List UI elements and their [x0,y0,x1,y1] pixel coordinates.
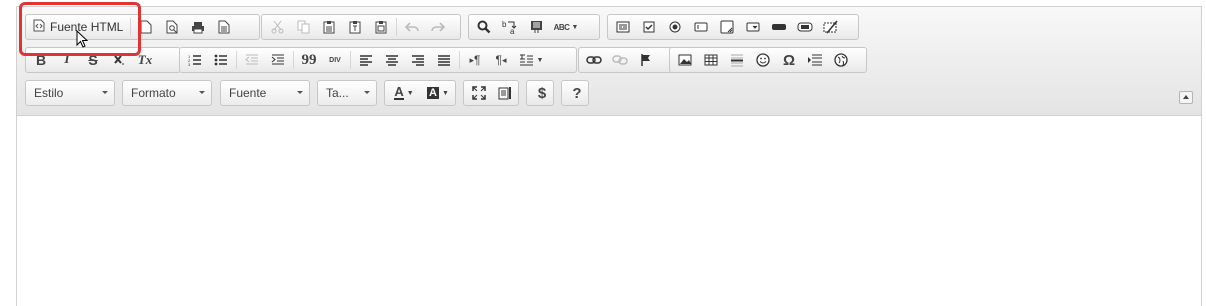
image-button-icon[interactable] [792,16,818,38]
text-direction-ltr-button[interactable]: ▸ ¶ [462,49,488,71]
paragraph-toolbar-group: 123 99 DIV ▸ ¶ ¶ ◂ ▼ [179,47,577,73]
create-div-button[interactable]: DIV [322,49,348,71]
help-button[interactable]: ? [564,82,590,104]
basic-styles-toolbar-group: B I S Tx [25,47,181,73]
smiley-icon[interactable] [750,49,776,71]
checkbox-icon[interactable] [636,16,662,38]
paste-text-icon[interactable] [342,16,368,38]
rich-text-editor: Fuente HTML ba ABC ▼ B I S Tx 1 2 3 99 D… [16,6,1202,306]
button-icon[interactable] [766,16,792,38]
blockquote-button[interactable]: 99 [296,49,322,71]
chevron-down-icon [199,91,205,94]
align-left-icon[interactable] [353,49,379,71]
editor-toolbar: Fuente HTML ba ABC ▼ B I S Tx 1 2 3 99 D… [17,7,1201,116]
forms-toolbar-group [607,14,859,40]
collapse-toolbar-button[interactable] [1179,91,1193,104]
font-combo-label: Fuente [229,86,267,100]
replace-icon[interactable]: ba [497,16,523,38]
undo-icon[interactable] [399,16,425,38]
align-center-icon[interactable] [379,49,405,71]
style-combo[interactable]: Estilo [25,80,115,106]
links-toolbar-group [578,47,676,73]
link-icon[interactable] [581,49,607,71]
preview-icon[interactable] [159,16,185,38]
help-toolbar-group: ? [561,80,589,106]
clipboard-toolbar-group [261,14,461,40]
templates-icon[interactable] [211,16,237,38]
italic-button[interactable]: I [54,49,80,71]
find-icon[interactable] [471,16,497,38]
image-icon[interactable] [672,49,698,71]
editor-content-area[interactable] [17,116,1201,306]
paste-icon[interactable] [316,16,342,38]
align-right-icon[interactable] [405,49,431,71]
new-page-icon[interactable] [133,16,159,38]
copy-icon[interactable] [290,16,316,38]
style-combo-label: Estilo [34,86,64,100]
language-icon[interactable]: ▼ [514,49,548,71]
anchor-flag-icon[interactable] [633,49,659,71]
format-combo-label: Formato [131,86,176,100]
redo-icon[interactable] [425,16,451,38]
horizontal-rule-icon[interactable] [724,49,750,71]
bulleted-list-icon[interactable] [208,49,234,71]
size-combo-label: Ta... [326,86,349,100]
chevron-down-icon [364,91,370,94]
form-icon[interactable] [610,16,636,38]
size-combo[interactable]: Ta... [317,80,377,106]
mouse-cursor-icon [76,29,89,51]
indent-icon[interactable] [265,49,291,71]
hidden-field-icon[interactable] [818,16,844,38]
chevron-down-icon [297,91,303,94]
font-combo[interactable]: Fuente [220,80,310,106]
unlink-icon[interactable] [607,49,633,71]
subscript-icon[interactable] [106,49,132,71]
cut-icon[interactable] [264,16,290,38]
table-icon[interactable] [698,49,724,71]
colors-toolbar-group: A ▼ A ▼ [384,80,456,106]
source-icon [33,19,45,35]
special-char-icon[interactable]: Ω [776,49,802,71]
background-color-button[interactable]: A ▼ [421,82,455,104]
iframe-icon[interactable] [828,49,854,71]
strikethrough-button[interactable]: S [80,49,106,71]
remove-format-button[interactable]: Tx [132,49,158,71]
text-color-button[interactable]: A ▼ [387,82,421,104]
tools-toolbar-group [463,80,519,106]
paste-word-icon[interactable] [368,16,394,38]
document-toolbar-group: Fuente HTML [25,14,260,40]
text-direction-rtl-button[interactable]: ¶ ◂ [488,49,514,71]
maximize-icon[interactable] [466,82,492,104]
bold-button[interactable]: B [28,49,54,71]
select-all-icon[interactable] [523,16,549,38]
dollar-toolbar-group: $ [526,80,554,106]
radio-icon[interactable] [662,16,688,38]
chevron-down-icon [102,91,108,94]
show-blocks-icon[interactable] [492,82,518,104]
spellcheck-icon[interactable]: ABC ▼ [549,16,583,38]
numbered-list-icon[interactable]: 123 [182,49,208,71]
format-combo[interactable]: Formato [122,80,212,106]
textarea-icon[interactable] [714,16,740,38]
print-icon[interactable] [185,16,211,38]
text-field-icon[interactable] [688,16,714,38]
select-icon[interactable] [740,16,766,38]
page-break-icon[interactable] [802,49,828,71]
insert-toolbar-group: Ω [669,47,867,73]
outdent-icon[interactable] [239,49,265,71]
svg-text:b: b [502,20,507,29]
find-toolbar-group: ba ABC ▼ [468,14,600,40]
align-justify-icon[interactable] [431,49,457,71]
dollar-button[interactable]: $ [529,82,555,104]
svg-text:3: 3 [188,62,191,66]
